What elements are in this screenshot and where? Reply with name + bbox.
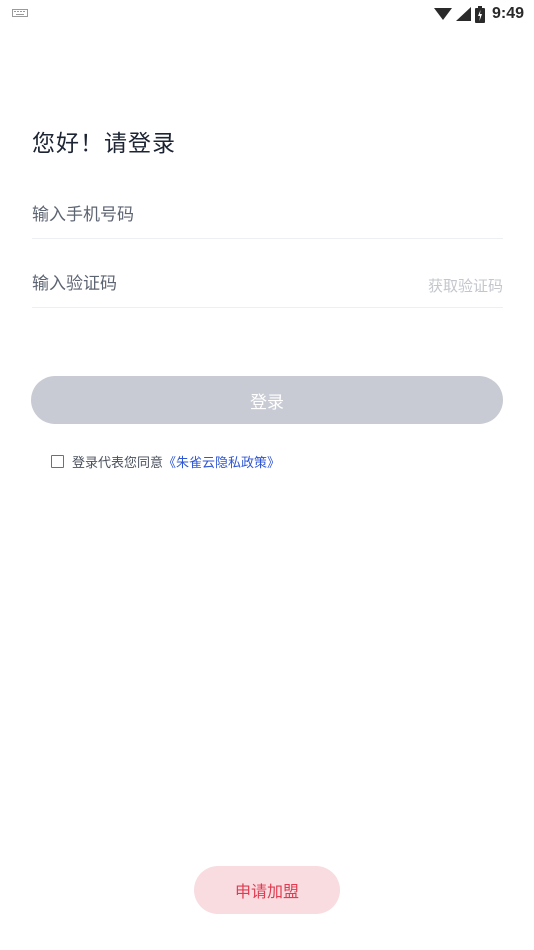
page-title: 您好！请登录 [32, 131, 176, 157]
apply-join-button[interactable]: 申请加盟 [194, 866, 340, 914]
privacy-policy-link[interactable]: 《朱雀云隐私政策》 [163, 452, 280, 471]
status-bar: 9:49 [0, 0, 534, 28]
agreement-checkbox[interactable] [51, 455, 64, 468]
status-icons: 9:49 [433, 3, 524, 25]
agreement-row: 登录代表您同意 《朱雀云隐私政策》 [51, 452, 280, 471]
cellular-signal-icon [455, 7, 471, 21]
phone-input[interactable] [32, 194, 392, 236]
get-code-button[interactable]: 获取验证码 [428, 275, 503, 296]
verification-code-input[interactable] [32, 263, 392, 305]
agreement-text: 登录代表您同意 [72, 456, 164, 471]
login-button[interactable]: 登录 [31, 376, 503, 424]
battery-icon [474, 5, 485, 23]
wifi-icon [433, 8, 452, 20]
keyboard-icon [12, 9, 28, 17]
code-field: 获取验证码 [32, 263, 503, 308]
phone-field [32, 194, 503, 239]
status-time: 9:49 [491, 5, 524, 22]
